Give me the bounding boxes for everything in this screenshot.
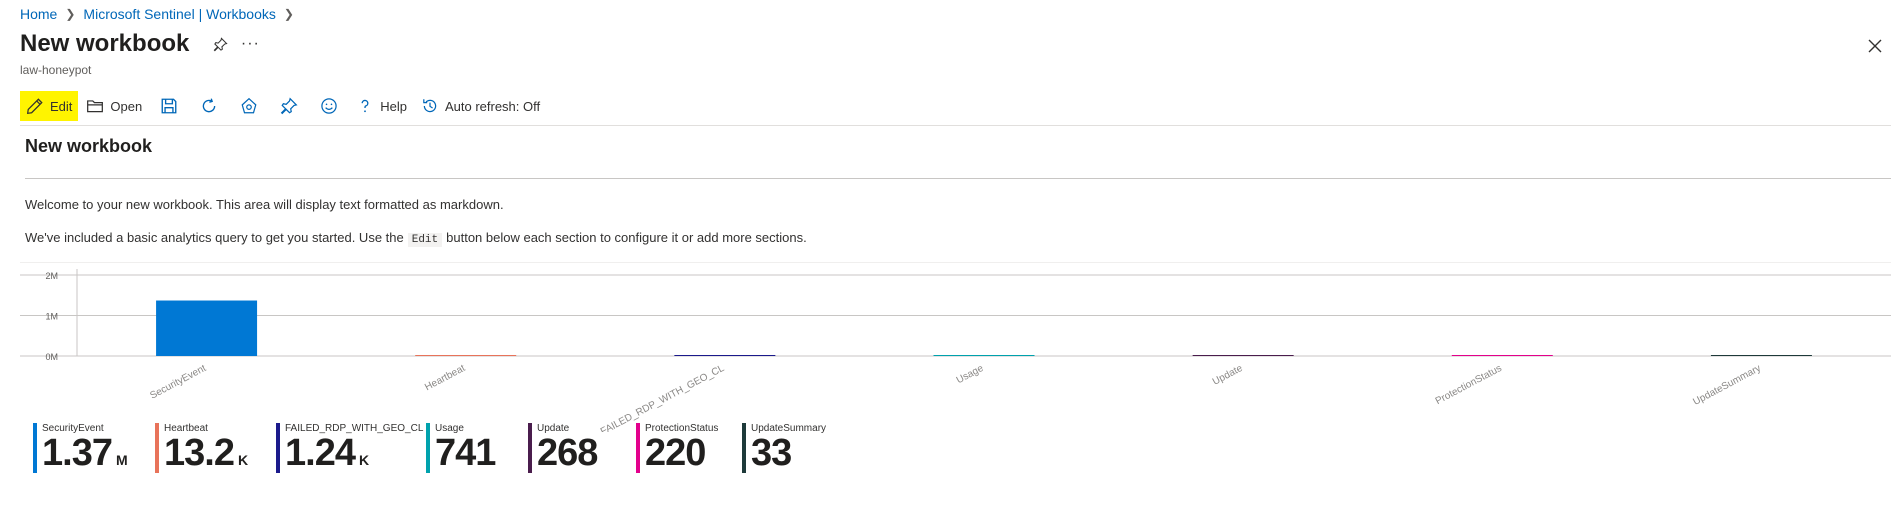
y-tick-label: 1M [45,312,58,322]
history-icon [423,99,437,113]
open-button[interactable]: Open [80,91,148,121]
title-row: New workbook ··· [20,30,261,58]
pin-icon [281,97,298,115]
tile-value: 220 [645,432,706,474]
chevron-right-icon: ❯ [283,7,294,21]
folder-open-icon [87,100,104,113]
bar-usage [933,355,1035,356]
smiley-icon [321,98,337,114]
metric-tile: Heartbeat 13.2 K [155,423,276,473]
bar-securityevent [156,300,258,356]
save-button[interactable] [150,91,188,121]
metric-tile: SecurityEvent 1.37 M [33,423,155,473]
page-title: New workbook [20,30,190,57]
markdown-text: We've included a basic analytics query t… [25,230,807,247]
y-tick-label: 0M [45,352,58,362]
refresh-icon [202,98,216,113]
bar-updatesummary [1710,355,1812,356]
tile-color-bar [426,423,430,473]
bar-failed-rdp-with-geo-cl [674,355,776,356]
chevron-right-icon: ❯ [65,7,76,21]
more-options-icon[interactable]: ··· [239,33,261,55]
inline-code: Edit [407,233,443,247]
tile-value-row: 33 [751,433,826,473]
tile-value-row: 741 [435,432,496,474]
customize-button[interactable] [230,91,268,121]
workbook-title: New workbook [25,136,153,156]
tile-body: Usage 741 [435,423,496,474]
pencil-icon [26,98,43,115]
x-tick-label: UpdateSummary [1691,363,1762,408]
tile-value: 33 [751,432,792,474]
markdown-text: Welcome to your new workbook. This area … [25,197,504,212]
tile-value-row: 268 [537,432,598,474]
tile-color-bar [528,423,532,473]
page-subtitle: law-honeypot [20,63,92,77]
metric-tile: UpdateSummary 33 [742,423,842,473]
tile-value-row: 13.2 K [164,433,248,473]
x-tick-label: ProtectionStatus [1434,363,1504,407]
close-icon[interactable] [1863,34,1887,58]
x-tick-label: Usage [955,363,986,386]
pin-icon[interactable] [209,33,231,55]
help-icon [361,99,369,113]
refresh-button[interactable] [190,91,228,121]
bar-update [1192,355,1294,356]
tile-unit: K [358,452,370,468]
metric-tile: Update 268 [528,423,636,473]
tile-body: Heartbeat 13.2 K [164,423,248,473]
feedback-button[interactable] [310,91,348,121]
x-tick-label: FAILED_RDP_WITH_GEO_CL [599,363,727,432]
palette-icon [241,97,257,114]
tiles-strip: SecurityEvent 1.37 M Heartbeat 13.2 K FAILED_R… [33,423,842,473]
edit-button[interactable]: Edit [20,91,79,121]
tile-value: 1.37 [42,432,113,474]
metric-tile: ProtectionStatus 220 [636,423,742,473]
auto-refresh-label: Auto refresh: Off [444,98,541,114]
tile-color-bar [155,423,159,473]
breadcrumb-workbooks[interactable]: Microsoft Sentinel | Workbooks [83,6,275,22]
bar-chart: 0M 1M 2M SecurityEvent Heartbeat FAILED_RDP_W… [20,262,1891,432]
bar-heartbeat [415,355,517,356]
tile-unit: M [115,452,128,468]
tile-unit: K [237,452,249,468]
tile-value-row: 220 [645,433,718,473]
tile-value: 1.24 [285,432,356,474]
tile-body: ProtectionStatus 220 [645,423,718,473]
open-button-label: Open [110,98,143,114]
x-tick-label: Heartbeat [423,363,467,393]
divider [25,178,1891,179]
tile-color-bar [33,423,37,473]
edit-button-label: Edit [50,98,73,114]
x-tick-label: SecurityEvent [148,363,208,402]
markdown-text-pre: We've included a basic analytics query t… [25,230,404,245]
auto-refresh-button[interactable]: Auto refresh: Off [415,91,546,121]
help-button[interactable]: Help [350,91,413,121]
tile-value: 13.2 [164,432,235,474]
breadcrumb: Home ❯ Microsoft Sentinel | Workbooks ❯ [20,6,302,22]
tile-body: Update 268 [537,423,598,474]
tile-value-row: 1.24 K [285,433,423,473]
metric-tile: Usage 741 [426,423,528,473]
save-icon [161,98,177,114]
pin-button[interactable] [270,91,308,121]
tile-color-bar [276,423,280,473]
tile-color-bar [636,423,640,473]
divider [20,125,1891,126]
bar-protectionstatus [1451,355,1553,356]
x-tick-label: Update [1211,363,1245,388]
tile-body: UpdateSummary 33 [751,423,826,473]
toolbar: Edit Open Help Auto refresh: Off [20,90,548,122]
tile-color-bar [742,423,746,473]
metric-tile: FAILED_RDP_WITH_GEO_CL 1.24 K [276,423,426,473]
tile-body: SecurityEvent 1.37 M [42,423,128,473]
y-tick-label: 2M [45,271,58,281]
tile-value: 741 [435,432,496,474]
tile-body: FAILED_RDP_WITH_GEO_CL 1.24 K [285,423,423,473]
help-button-label: Help [380,98,407,114]
tile-value: 268 [537,432,598,474]
tile-value-row: 1.37 M [42,433,128,473]
markdown-text-post: button below each section to configure i… [446,230,807,245]
breadcrumb-home[interactable]: Home [20,6,57,22]
